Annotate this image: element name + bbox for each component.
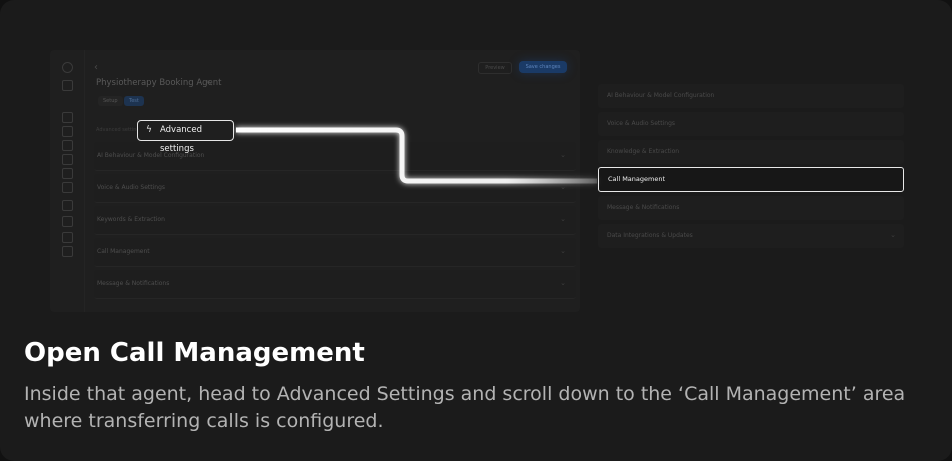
step-description: Inside that agent, head to Advanced Sett… — [24, 383, 906, 432]
lightning-bolt-icon: ϟ — [146, 125, 152, 135]
step-title: Open Call Management — [24, 338, 365, 368]
advanced-settings-button[interactable]: ϟ Advanced settings — [137, 120, 234, 154]
tutorial-card: ‹ Physiotherapy Booking Agent ✎ Setup Te… — [0, 0, 952, 461]
